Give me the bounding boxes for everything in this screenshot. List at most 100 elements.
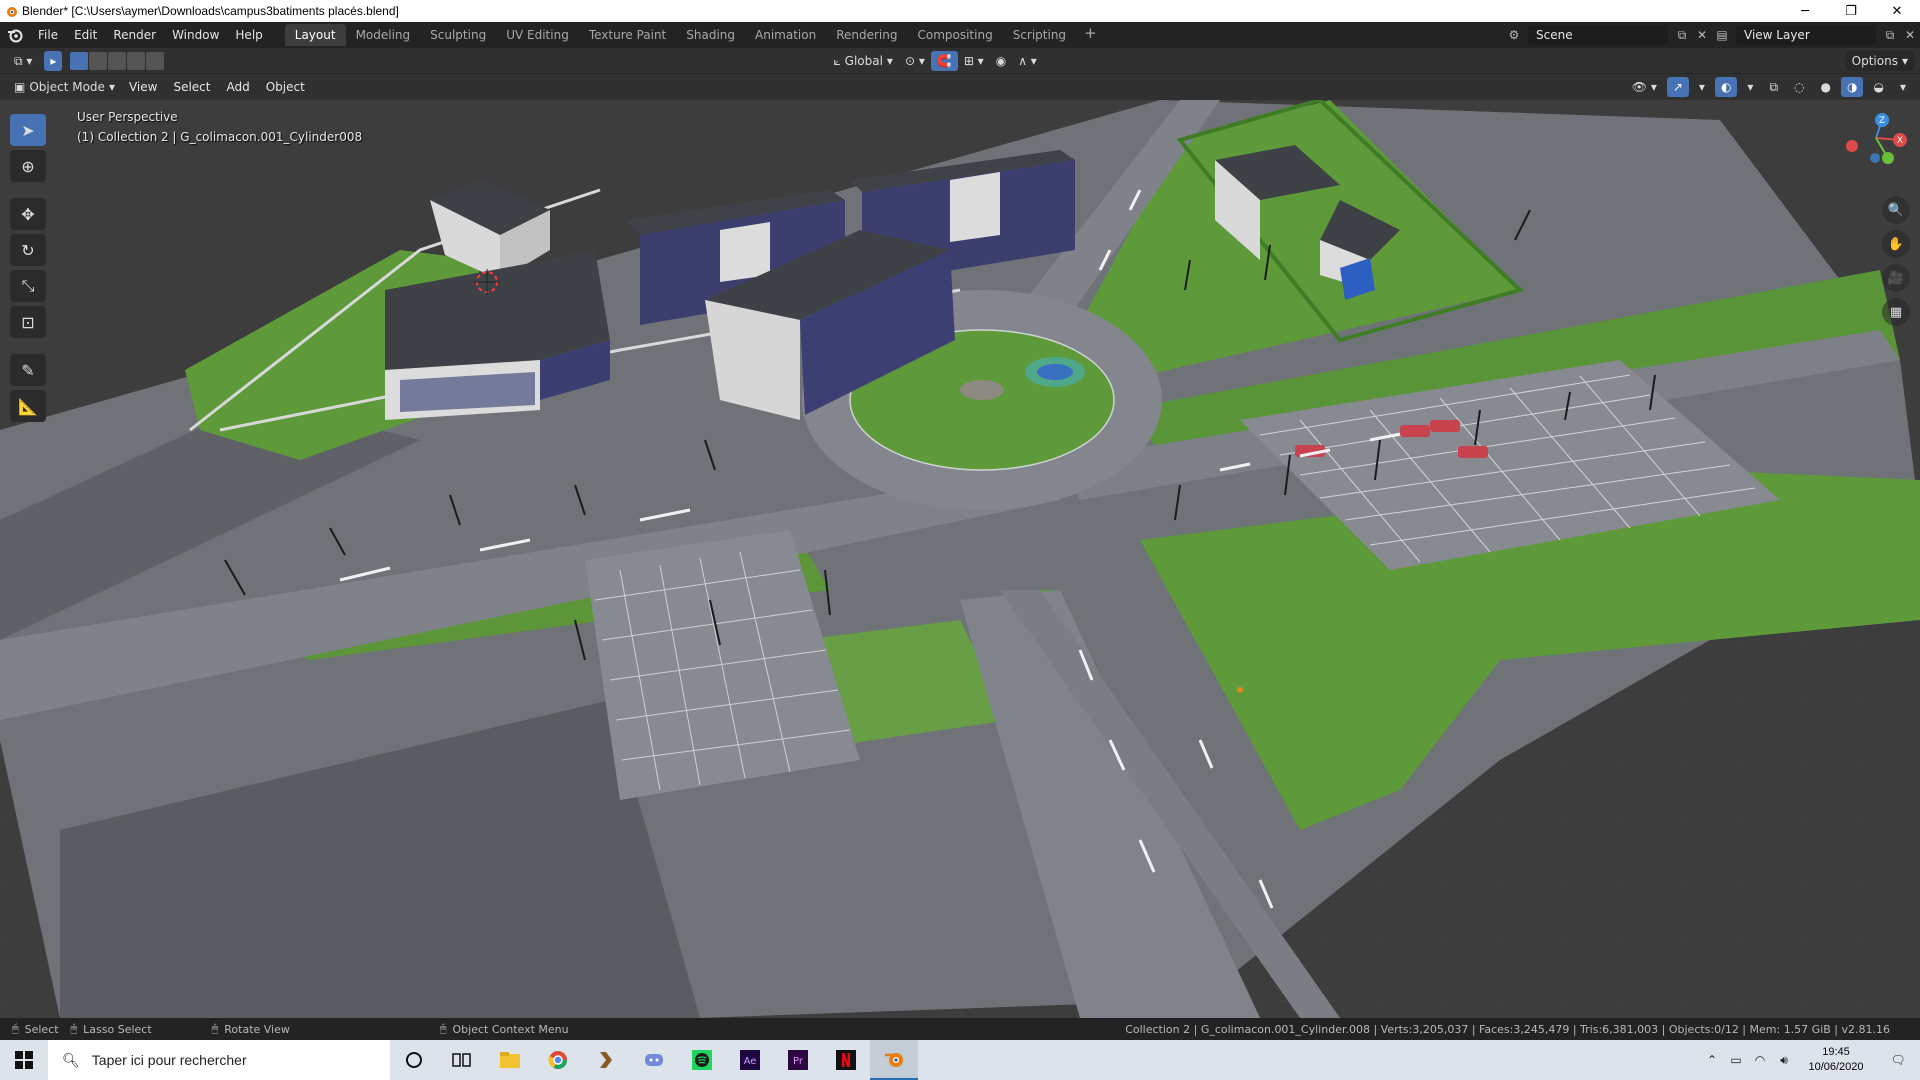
scale-tool-icon[interactable]: ⤡ — [10, 270, 46, 302]
app-icon[interactable] — [582, 1040, 630, 1080]
selection-mode-buttons[interactable] — [70, 51, 165, 70]
volume-icon[interactable]: 🔊︎ — [1772, 1053, 1796, 1068]
close-icon[interactable]: ✕ — [1874, 0, 1920, 22]
tab-compositing[interactable]: Compositing — [907, 24, 1002, 46]
navigation-gizmo[interactable]: Z X — [1830, 110, 1910, 190]
battery-icon[interactable]: ▭ — [1724, 1053, 1748, 1067]
chevron-up-icon[interactable]: ⌃ — [1700, 1053, 1724, 1067]
editor-type-icon[interactable]: ⧉ ▾ — [8, 51, 38, 71]
premiere-icon[interactable]: Pr — [774, 1040, 822, 1080]
menu-add[interactable]: Add — [218, 76, 257, 98]
visibility-icon[interactable]: 👁 ▾ — [1626, 77, 1663, 97]
chevron-down-icon: ▾ — [1901, 53, 1908, 68]
annotate-tool-icon[interactable]: ✎ — [10, 354, 46, 386]
cortana-icon[interactable] — [390, 1040, 438, 1080]
tab-modeling[interactable]: Modeling — [346, 24, 421, 46]
shading-wireframe-icon[interactable]: ◌ — [1788, 77, 1810, 97]
mode-set-icon[interactable] — [70, 51, 89, 70]
tab-texture-paint[interactable]: Texture Paint — [579, 24, 676, 46]
move-tool-icon[interactable]: ✥ — [10, 198, 46, 230]
shading-material-icon[interactable]: ◑ — [1841, 77, 1864, 97]
xray-toggle-icon[interactable]: ⧉ — [1763, 77, 1784, 97]
view-layer-selector[interactable]: View Layer — [1736, 25, 1876, 45]
system-tray: ⌃ ▭ ◠ 🔊︎ 19:45 10/06/2020 🗨︎ — [1700, 1040, 1920, 1080]
menu-select[interactable]: Select — [165, 76, 218, 98]
spotify-icon[interactable] — [678, 1040, 726, 1080]
notifications-icon[interactable]: 🗨︎ — [1876, 1053, 1920, 1067]
menu-object[interactable]: Object — [258, 76, 313, 98]
proportional-edit-icon[interactable]: ◉ — [990, 51, 1012, 71]
tab-sculpting[interactable]: Sculpting — [420, 24, 496, 46]
y-axis-icon[interactable] — [1882, 152, 1894, 164]
gizmo-dropdown-icon[interactable]: ▾ — [1693, 77, 1711, 97]
new-view-layer-icon[interactable]: ⧉ — [1880, 25, 1900, 45]
snap-target-icon[interactable]: ⊞ ▾ — [958, 51, 990, 71]
after-effects-icon[interactable]: Ae — [726, 1040, 774, 1080]
explorer-icon[interactable] — [486, 1040, 534, 1080]
pivot-point-icon[interactable]: ⊙ ▾ — [899, 51, 931, 71]
tab-layout[interactable]: Layout — [284, 24, 346, 46]
tab-animation[interactable]: Animation — [745, 24, 826, 46]
chrome-icon[interactable] — [534, 1040, 582, 1080]
overlays-toggle-icon[interactable]: ◐ — [1714, 77, 1738, 97]
task-view-icon[interactable] — [438, 1040, 486, 1080]
view-layer-icon[interactable]: ▤ — [1712, 25, 1732, 45]
tab-uv-editing[interactable]: UV Editing — [496, 24, 579, 46]
mode-subtract-icon[interactable] — [108, 51, 127, 70]
object-mode-dropdown[interactable]: ▣ Object Mode ▾ — [8, 77, 121, 97]
shading-rendered-icon[interactable]: ◒ — [1867, 77, 1889, 97]
mode-intersect-icon[interactable] — [146, 51, 165, 70]
discord-icon[interactable] — [630, 1040, 678, 1080]
shading-solid-icon[interactable]: ● — [1815, 77, 1837, 97]
menu-file[interactable]: File — [30, 24, 66, 46]
menu-window[interactable]: Window — [164, 24, 227, 46]
tab-shading[interactable]: Shading — [676, 24, 745, 46]
measure-tool-icon[interactable]: 📐 — [10, 390, 46, 422]
netflix-icon[interactable] — [822, 1040, 870, 1080]
taskbar-search[interactable]: 🔍︎ Taper ici pour rechercher — [48, 1040, 390, 1080]
search-icon: 🔍︎ — [62, 1051, 80, 1068]
cursor-tool-icon[interactable]: ⊕ — [10, 150, 46, 182]
mode-invert-icon[interactable] — [127, 51, 146, 70]
tab-rendering[interactable]: Rendering — [826, 24, 907, 46]
zoom-icon[interactable]: 🔍 — [1882, 196, 1910, 224]
transform-tool-icon[interactable]: ⊡ — [10, 306, 46, 338]
rotate-tool-icon[interactable]: ↻ — [10, 234, 46, 266]
perspective-label: User Perspective — [77, 110, 178, 124]
taskbar-clock[interactable]: 19:45 10/06/2020 — [1796, 1045, 1876, 1075]
neg-x-axis-icon[interactable] — [1846, 140, 1858, 152]
proportional-falloff-icon[interactable]: ∧ ▾ — [1012, 51, 1043, 71]
menu-render[interactable]: Render — [105, 24, 164, 46]
menu-help[interactable]: Help — [227, 24, 270, 46]
menu-view[interactable]: View — [121, 76, 165, 98]
camera-view-icon[interactable]: 🎥 — [1882, 264, 1910, 292]
shading-dropdown-icon[interactable]: ▾ — [1894, 77, 1912, 97]
scene-icon[interactable]: ⚙ — [1504, 25, 1524, 45]
delete-view-layer-icon[interactable]: ✕ — [1900, 25, 1920, 45]
ortho-grid-icon[interactable]: ▦ — [1882, 298, 1910, 326]
transform-orientation-dropdown[interactable]: ⟀ Global ▾ — [827, 51, 899, 71]
scene-selector[interactable]: Scene — [1528, 25, 1668, 45]
pan-hand-icon[interactable]: ✋ — [1882, 230, 1910, 258]
minimize-icon[interactable]: ─ — [1782, 0, 1828, 22]
windows-start-icon[interactable] — [0, 1040, 48, 1080]
select-tool-icon[interactable]: ➤ — [10, 114, 46, 146]
options-dropdown[interactable]: Options ▾ — [1845, 50, 1914, 71]
select-box-tool-icon[interactable]: ▸ — [44, 50, 63, 71]
add-workspace-icon[interactable]: + — [1076, 24, 1105, 46]
mode-extend-icon[interactable] — [89, 51, 108, 70]
neg-z-axis-icon[interactable] — [1870, 153, 1880, 163]
delete-scene-icon[interactable]: ✕ — [1692, 25, 1712, 45]
mouse-left-icon: 🖱 — [12, 1022, 19, 1035]
new-scene-icon[interactable]: ⧉ — [1672, 25, 1692, 45]
overlays-dropdown-icon[interactable]: ▾ — [1741, 77, 1759, 97]
blender-menu-icon[interactable] — [0, 27, 30, 43]
tab-scripting[interactable]: Scripting — [1003, 24, 1076, 46]
snap-toggle-icon[interactable]: 🧲 — [930, 50, 958, 71]
3d-viewport[interactable]: ➤ ⊕ ✥ ↻ ⤡ ⊡ ✎ 📐 User Perspective (1) Col… — [0, 100, 1920, 1018]
menu-edit[interactable]: Edit — [66, 24, 105, 46]
wifi-icon[interactable]: ◠ — [1748, 1053, 1772, 1067]
blender-icon[interactable] — [870, 1040, 918, 1080]
restore-icon[interactable]: ❐ — [1828, 0, 1874, 22]
gizmo-toggle-icon[interactable]: ↗ — [1666, 77, 1689, 97]
